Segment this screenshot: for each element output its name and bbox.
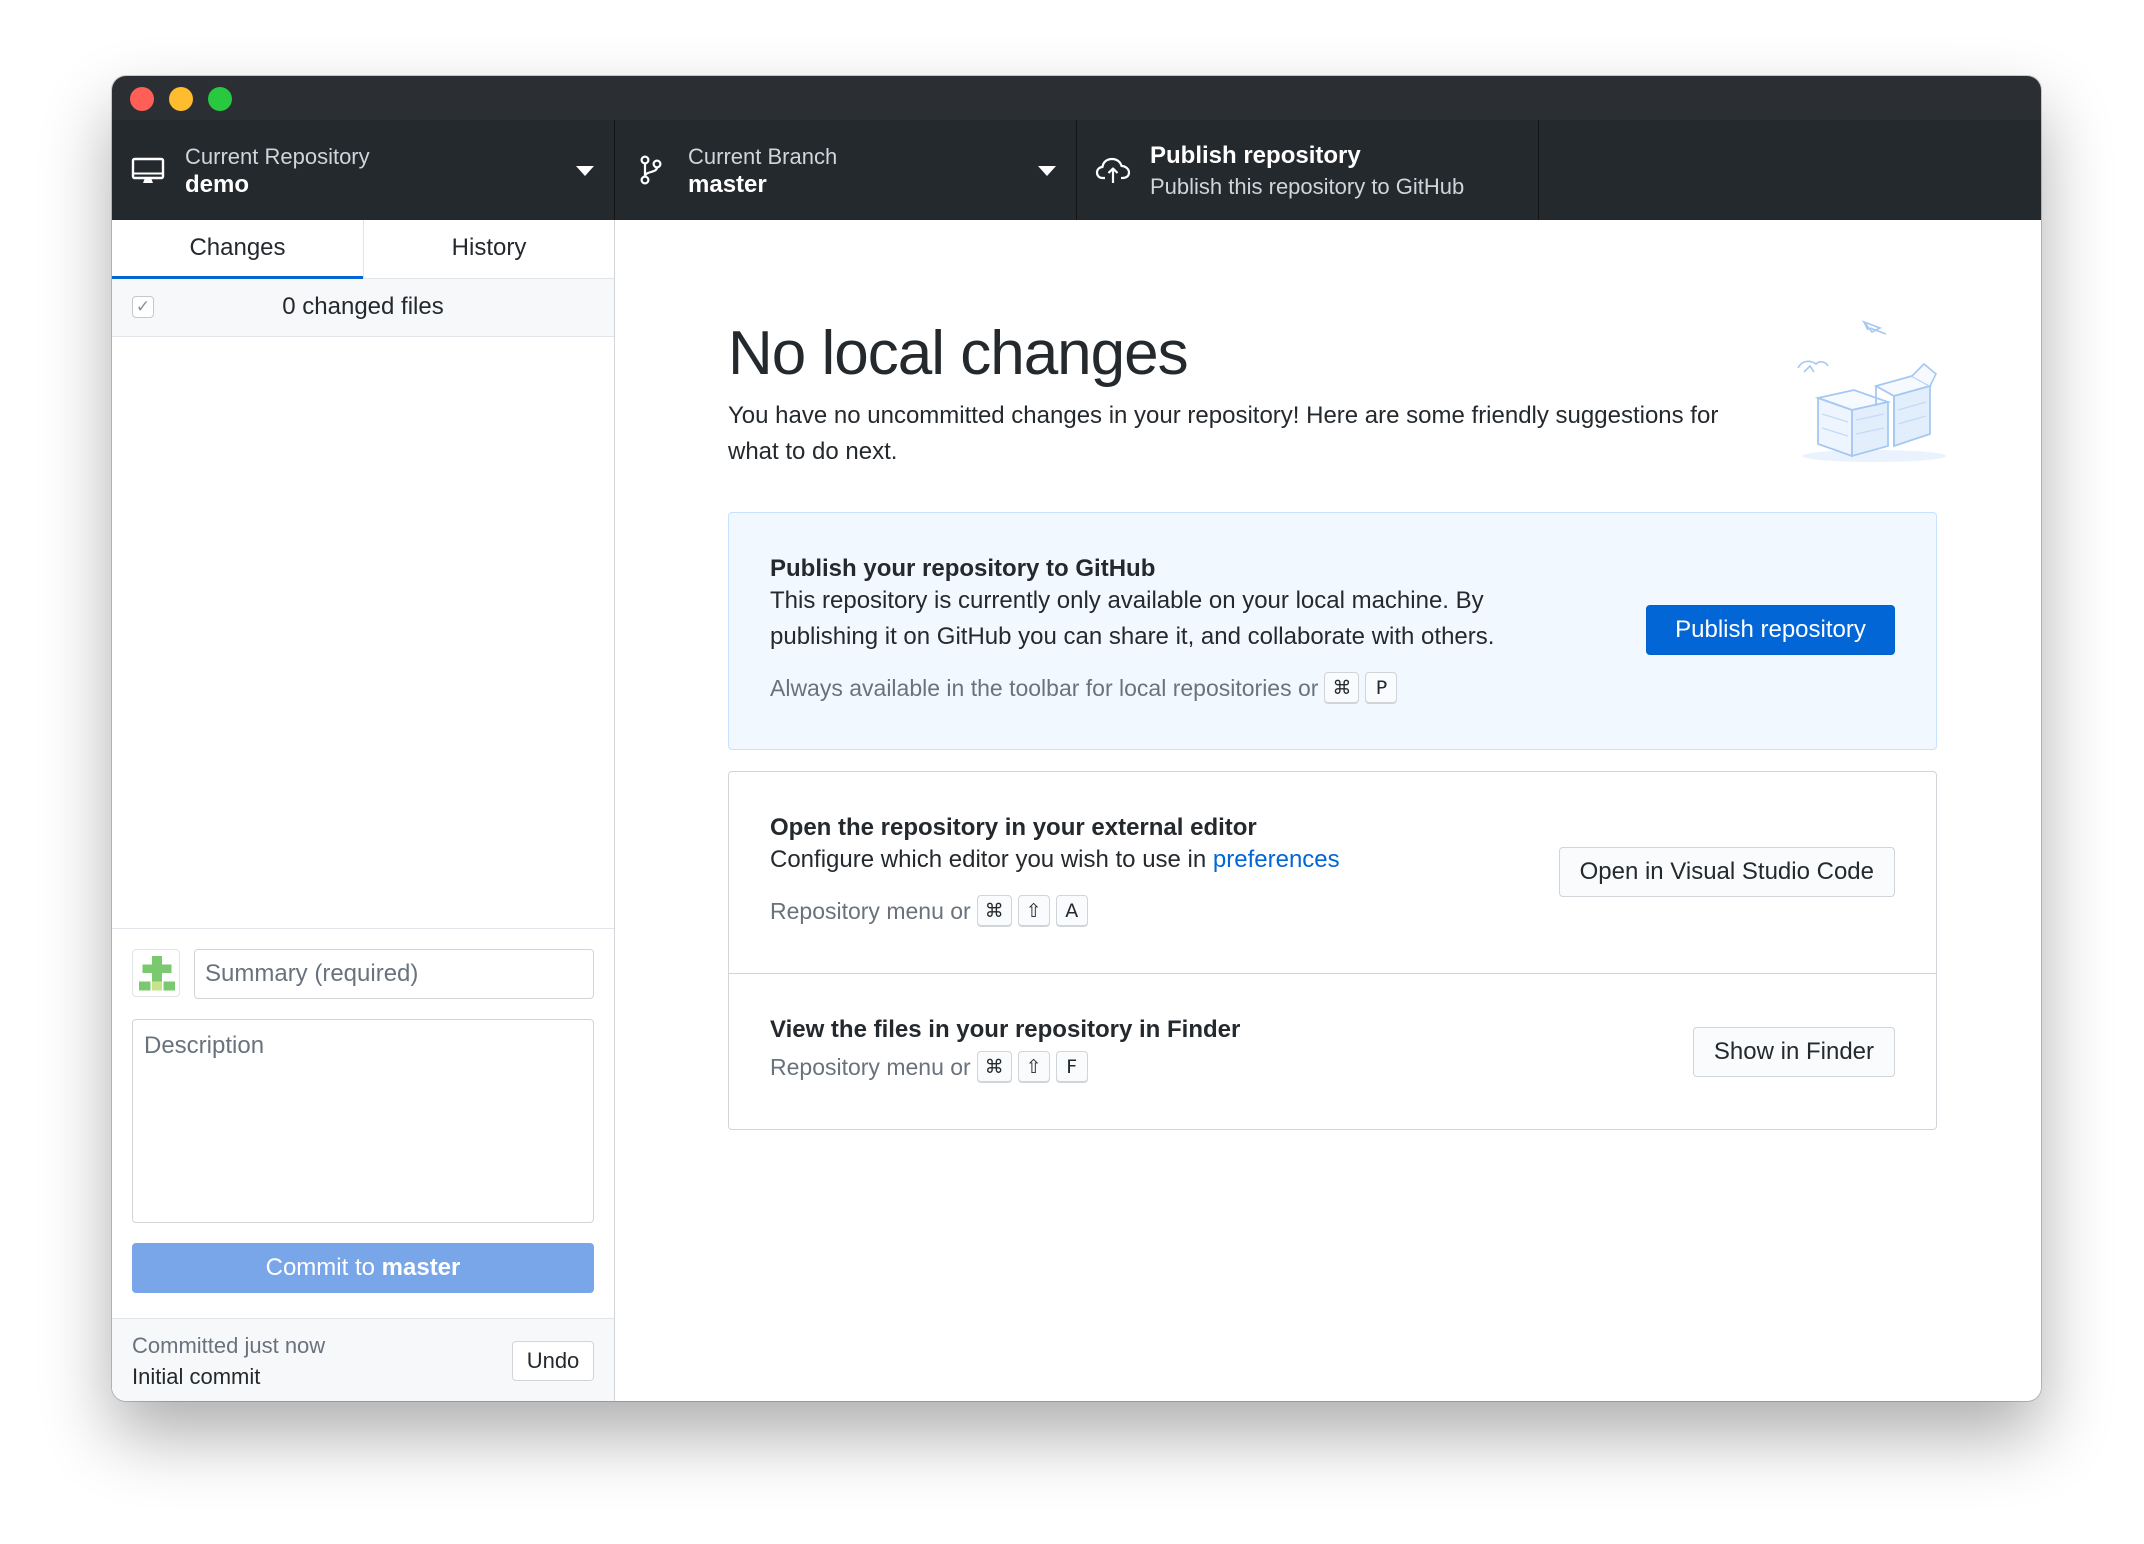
command-key-icon: ⌘ (1324, 672, 1360, 704)
show-in-finder-card: View the files in your repository in Fin… (728, 973, 1937, 1130)
summary-input[interactable] (194, 949, 594, 999)
toolbar: Current Repository demo Current Branch m… (112, 120, 2041, 220)
page-subtitle: You have no uncommitted changes in your … (728, 402, 1719, 465)
commit-button[interactable]: Commit to master (132, 1243, 594, 1293)
zoom-window-button[interactable] (208, 87, 232, 111)
shift-key-icon: ⇧ (1017, 895, 1050, 927)
chevron-down-icon (1038, 166, 1056, 176)
preferences-link[interactable]: preferences (1213, 846, 1340, 873)
open-in-editor-button[interactable]: Open in Visual Studio Code (1558, 847, 1895, 897)
last-commit-time: Committed just now (132, 1333, 326, 1358)
command-key-icon: ⌘ (976, 1051, 1012, 1083)
title-bar (112, 76, 2041, 120)
description-input[interactable] (132, 1019, 594, 1223)
open-editor-card: Open the repository in your external edi… (728, 771, 1937, 974)
commit-button-prefix: Commit to (265, 1254, 375, 1281)
publish-repository-card: Publish your repository to GitHub This r… (728, 512, 1937, 750)
shift-key-icon: ⇧ (1017, 1051, 1050, 1083)
finder-hint-text: Repository menu or (770, 1053, 971, 1080)
changed-files-count: 0 changed files (282, 293, 444, 320)
editor-body-text: Configure which editor you wish to use i… (770, 846, 1207, 873)
key-a: A (1055, 895, 1088, 927)
publish-card-body: This repository is currently only availa… (770, 587, 1495, 650)
avatar (132, 949, 180, 997)
current-repository-dropdown[interactable]: Current Repository demo (112, 120, 615, 220)
cloud-upload-icon (1095, 157, 1131, 183)
minimize-window-button[interactable] (169, 87, 193, 111)
git-branch-icon (640, 155, 662, 185)
sidebar: Changes History ✓ 0 changed files Commit… (112, 220, 615, 1401)
tab-changes[interactable]: Changes (112, 220, 363, 280)
show-in-finder-button[interactable]: Show in Finder (1692, 1027, 1895, 1077)
publish-card-hint: Always available in the toolbar for loca… (770, 672, 1398, 704)
editor-card-hint: Repository menu or ⌘ ⇧ A (770, 895, 1088, 927)
changed-files-header: ✓ 0 changed files (112, 279, 614, 337)
publish-card-title: Publish your repository to GitHub (770, 555, 1156, 582)
close-window-button[interactable] (130, 87, 154, 111)
commit-button-branch: master (381, 1254, 461, 1281)
chevron-down-icon (576, 166, 594, 176)
publish-hint-text: Always available in the toolbar for loca… (770, 674, 1319, 701)
last-commit-summary: Committed just now Initial commit Undo (112, 1318, 614, 1401)
tab-history[interactable]: History (363, 220, 614, 279)
branch-name: master (688, 171, 767, 198)
key-p: P (1365, 672, 1398, 704)
page-title: No local changes (728, 319, 1189, 388)
identicon-icon (138, 955, 176, 991)
main-content: No local changes You have no uncommitted… (616, 220, 2041, 1401)
command-key-icon: ⌘ (976, 895, 1012, 927)
sidebar-tabs: Changes History (112, 220, 614, 280)
app-window: Current Repository demo Current Branch m… (112, 76, 2041, 1401)
editor-hint-text: Repository menu or (770, 897, 971, 924)
empty-boxes-illustration-icon (1797, 320, 1946, 462)
editor-card-title: Open the repository in your external edi… (770, 814, 1257, 841)
publish-description: Publish this repository to GitHub (1150, 174, 1465, 199)
finder-card-hint: Repository menu or ⌘ ⇧ F (770, 1051, 1088, 1083)
branch-label: Current Branch (688, 144, 838, 169)
finder-card-title: View the files in your repository in Fin… (770, 1016, 1241, 1043)
undo-button[interactable]: Undo (512, 1341, 594, 1381)
last-commit-message: Initial commit (132, 1364, 261, 1389)
editor-card-body: Configure which editor you wish to use i… (770, 842, 1340, 878)
key-f: F (1055, 1051, 1088, 1083)
publish-title: Publish repository (1150, 142, 1361, 169)
current-branch-dropdown[interactable]: Current Branch master (615, 120, 1077, 220)
publish-repository-toolbar-button[interactable]: Publish repository Publish this reposito… (1077, 120, 1539, 220)
repository-name: demo (185, 171, 250, 198)
publish-repository-button[interactable]: Publish repository (1646, 605, 1895, 655)
commit-message-area: Commit to master (112, 928, 614, 1318)
desktop-icon (131, 157, 165, 183)
repository-label: Current Repository (185, 144, 370, 169)
